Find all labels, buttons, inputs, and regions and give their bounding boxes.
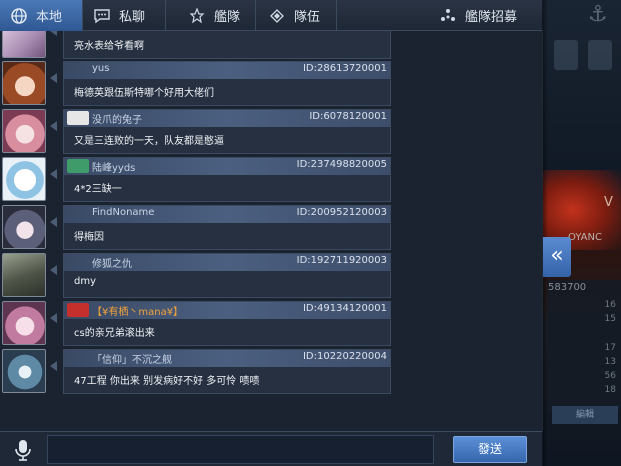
recruit-icon (437, 5, 459, 27)
collapse-chat-button[interactable]: « (543, 237, 571, 277)
sender-name[interactable]: 修狐之仇 (92, 255, 132, 270)
sender-name[interactable]: FindNoname (92, 207, 154, 218)
message-header: 陆峰yyds ID:237498820005 (64, 158, 390, 175)
message-header: 「信仰」不沉之舰 ID:10220220004 (64, 350, 390, 367)
avatar[interactable] (2, 301, 46, 345)
fleet-icon (186, 5, 208, 27)
chat-message: 亮水表给爷看啊 (0, 31, 543, 62)
chat-message: yus ID:28613720001 梅德英跟伍斯特哪个好用大佬们 (0, 61, 543, 109)
message-header: yus ID:28613720001 (64, 62, 390, 79)
chat-bubble-icon (91, 5, 113, 27)
bubble-pointer (50, 313, 57, 323)
sender-name[interactable]: 陆峰yyds (92, 159, 135, 174)
tab-fleet[interactable]: 艦隊 (166, 0, 256, 31)
message-bubble: 「信仰」不沉之舰 ID:10220220004 47工程 你出来 别发病好不好 … (63, 349, 391, 394)
sender-id: ID:192711920003 (296, 255, 387, 266)
sender-id: ID:10220220004 (302, 351, 387, 362)
avatar[interactable] (2, 61, 46, 105)
chat-input-bar: 發送 (0, 431, 543, 466)
message-text: cs的亲兄弟滚出来 (74, 328, 155, 339)
bubble-pointer (50, 73, 57, 83)
sender-id: ID:28613720001 (302, 63, 387, 74)
message-text: 亮水表给爷看啊 (74, 41, 144, 52)
chat-message: 【¥有栖丶mana¥】 ID:49134120001 cs的亲兄弟滚出来 (0, 301, 543, 349)
message-list[interactable]: 亮水表给爷看啊 yus ID:28613720001 梅德英跟伍斯特哪个好用大佬… (0, 31, 543, 431)
tab-label: 隊伍 (294, 10, 321, 25)
tab-label: 艦隊 (214, 10, 241, 25)
avatar[interactable] (2, 253, 46, 297)
avatar[interactable] (2, 205, 46, 249)
avatar[interactable] (2, 109, 46, 153)
message-header: 修狐之仇 ID:192711920003 (64, 254, 390, 271)
sender-id: ID:237498820005 (296, 159, 387, 170)
message-text: 47工程 你出来 别发病好不好 多可怜 啧啧 (74, 376, 260, 387)
bubble-pointer (50, 265, 57, 275)
message-text: 梅德英跟伍斯特哪个好用大佬们 (74, 88, 214, 99)
chat-tab-bar: 本地 私聊 艦隊 隊伍 艦隊招募 (0, 0, 543, 31)
mail-icon[interactable] (554, 40, 578, 70)
bubble-pointer (50, 121, 57, 131)
tab-label: 私聊 (119, 10, 146, 25)
chat-message: 陆峰yyds ID:237498820005 4*2三缺一 (0, 157, 543, 205)
message-bubble: yus ID:28613720001 梅德英跟伍斯特哪个好用大佬们 (63, 61, 391, 106)
sender-id: ID:6078120001 (309, 111, 387, 122)
avatar[interactable] (2, 31, 46, 58)
sender-name[interactable]: yus (92, 63, 109, 74)
message-text: 又是三连败的一天，队友都是憨逼 (74, 136, 224, 147)
chat-message: 没爪的兔子 ID:6078120001 又是三连败的一天，队友都是憨逼 (0, 109, 543, 157)
message-text: 4*2三缺一 (74, 184, 122, 195)
message-bubble: FindNoname ID:200952120003 得梅因 (63, 205, 391, 250)
tab-label: 艦隊招募 (464, 10, 517, 25)
chat-message: FindNoname ID:200952120003 得梅因 (0, 205, 543, 253)
chat-message: 「信仰」不沉之舰 ID:10220220004 47工程 你出来 别发病好不好 … (0, 349, 543, 397)
message-text: 得梅因 (74, 232, 104, 243)
menu-icon[interactable] (588, 40, 612, 70)
message-bubble: 没爪的兔子 ID:6078120001 又是三连败的一天，队友都是憨逼 (63, 109, 391, 154)
sender-id: ID:49134120001 (302, 303, 387, 314)
tab-label: 本地 (36, 10, 63, 25)
message-header: 没爪的兔子 ID:6078120001 (64, 110, 390, 127)
sender-name[interactable]: 没爪的兔子 (92, 111, 142, 126)
microphone-icon[interactable] (12, 438, 34, 462)
chat-panel: 本地 私聊 艦隊 隊伍 艦隊招募 亮水表给爷看啊 yus ID:28613720… (0, 0, 548, 466)
fleet-badge-icon (67, 303, 89, 317)
side-score: 583700 (548, 282, 587, 293)
sender-name[interactable]: 「信仰」不沉之舰 (92, 351, 172, 366)
message-text: dmy (74, 276, 97, 287)
fleet-badge-icon (67, 111, 89, 125)
top-right-icons (548, 40, 621, 80)
side-v-text: V (604, 195, 613, 210)
message-bubble: 修狐之仇 ID:192711920003 dmy (63, 253, 391, 298)
message-bubble: 【¥有栖丶mana¥】 ID:49134120001 cs的亲兄弟滚出来 (63, 301, 391, 346)
message-header: 【¥有栖丶mana¥】 ID:49134120001 (64, 302, 390, 319)
message-bubble: 陆峰yyds ID:237498820005 4*2三缺一 (63, 157, 391, 202)
tab-fleet-recruit[interactable]: 艦隊招募 (337, 0, 543, 31)
bubble-pointer (50, 217, 57, 227)
tab-private[interactable]: 私聊 (83, 0, 166, 31)
send-button[interactable]: 發送 (453, 436, 527, 463)
message-bubble: 亮水表给爷看啊 (63, 31, 391, 59)
avatar[interactable] (2, 157, 46, 201)
team-icon (266, 5, 288, 27)
side-player-name: OYANC (568, 232, 602, 243)
side-edit-button[interactable]: 編輯 (552, 406, 618, 424)
bubble-pointer (50, 31, 57, 36)
tab-local[interactable]: 本地 (0, 0, 83, 31)
bubble-pointer (50, 169, 57, 179)
message-header: FindNoname ID:200952120003 (64, 206, 390, 223)
chat-input[interactable] (47, 435, 434, 464)
bubble-pointer (50, 361, 57, 371)
tab-team[interactable]: 隊伍 (256, 0, 337, 31)
chat-message: 修狐之仇 ID:192711920003 dmy (0, 253, 543, 301)
sender-name[interactable]: 【¥有栖丶mana¥】 (92, 303, 183, 318)
fleet-badge-icon (67, 159, 89, 173)
sender-id: ID:200952120003 (296, 207, 387, 218)
globe-icon (8, 5, 30, 27)
avatar[interactable] (2, 349, 46, 393)
anchor-icon: ⚓ (588, 2, 608, 27)
